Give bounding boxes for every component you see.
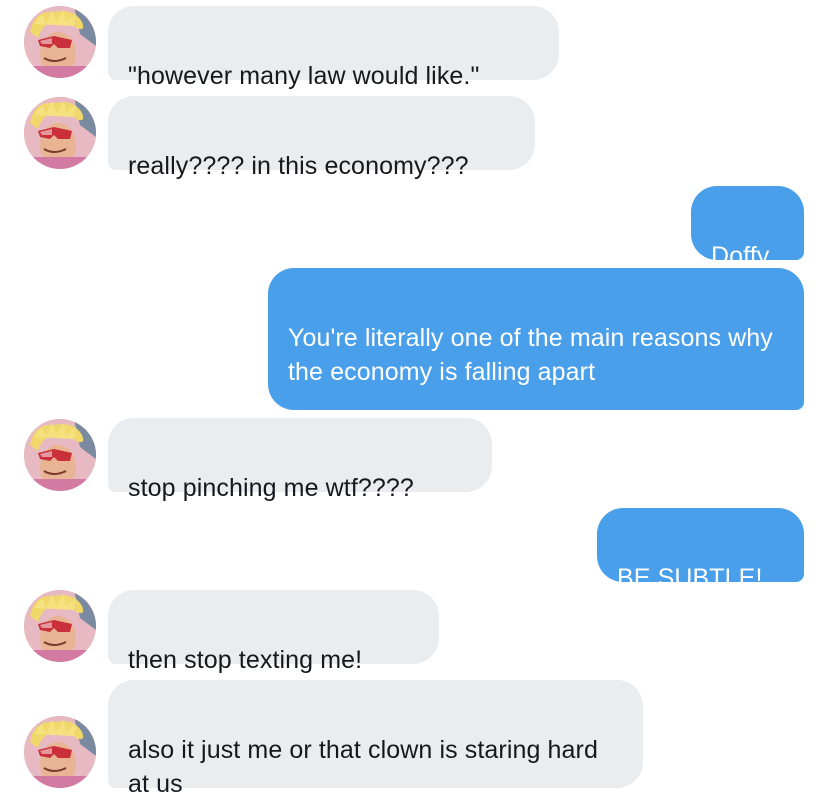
message-text: "however many law would like." [128,62,480,90]
incoming-message-bubble[interactable]: then stop texting me! [108,590,439,674]
message-text: really???? in this economy??? [128,152,469,180]
contact-avatar-icon[interactable] [24,716,96,788]
outgoing-message-bubble[interactable]: You're literally one of the main reasons… [268,268,804,410]
outgoing-message-bubble[interactable]: BE SUBTLE! [597,508,804,592]
outgoing-message-bubble[interactable]: Doffy [691,186,804,270]
incoming-message-bubble[interactable]: "however many law would like." [108,6,559,90]
message-text: also it just me or that clown is staring… [128,736,598,798]
message-text: BE SUBTLE! [617,564,763,592]
contact-avatar-icon[interactable] [24,590,96,662]
contact-avatar-icon[interactable] [24,97,96,169]
message-text: stop pinching me wtf???? [128,474,414,502]
incoming-message-bubble[interactable]: really???? in this economy??? [108,96,535,180]
incoming-message-bubble[interactable]: stop pinching me wtf???? [108,418,492,502]
message-text: then stop texting me! [128,646,363,674]
message-text: Doffy [711,242,770,270]
message-text: You're literally one of the main reasons… [288,324,773,386]
incoming-message-bubble[interactable]: also it just me or that clown is staring… [108,680,643,798]
contact-avatar-icon[interactable] [24,6,96,78]
contact-avatar-icon[interactable] [24,419,96,491]
chat-thread: "however many law would like." really???… [0,0,828,798]
